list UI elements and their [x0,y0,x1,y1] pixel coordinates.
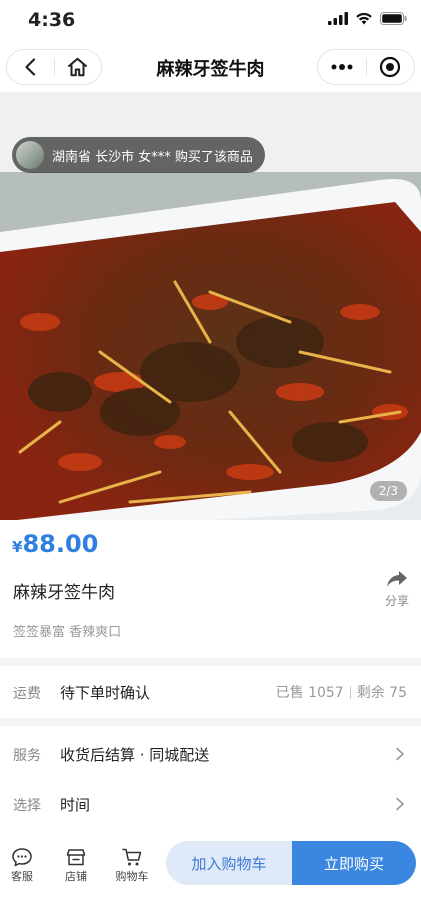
bottom-action-bar: 客服 店铺 购物车 加入购物车 立即购买 [0,836,421,906]
service-label: 服务 [13,748,41,764]
select-value: 时间 [60,796,91,814]
buy-now-button[interactable]: 立即购买 [292,841,416,885]
more-dots-icon [331,64,353,70]
status-bar: 4:36 [0,0,421,42]
service-value: 收货后结算 · 同城配送 [60,746,210,764]
store-label: 店铺 [65,870,87,883]
target-close-icon [380,56,401,78]
product-info-card: ¥88.00 麻辣牙签牛肉 分享 签签暴富 香辣爽口 [0,520,421,658]
currency-symbol: ¥ [12,538,23,556]
chevron-right-icon [396,797,404,811]
store-button[interactable]: 店铺 [63,846,89,884]
more-button[interactable] [318,50,366,84]
buyer-notice-text: 湖南省 长沙市 女*** 购买了该商品 [52,149,253,165]
chevron-right-icon [396,747,404,761]
status-icons [328,12,407,25]
shipping-label: 运费 [13,686,41,702]
nav-bar: 麻辣牙签牛肉 [0,42,421,92]
cart-label: 购物车 [115,870,149,883]
product-photo [0,172,421,520]
product-price: ¥88.00 [12,530,98,558]
share-label: 分享 [384,594,409,608]
stock-info: 已售 1057 剩余 75 [276,682,407,702]
recent-buyer-notice: 湖南省 长沙市 女*** 购买了该商品 [12,137,265,173]
customer-service-label: 客服 [11,870,33,883]
close-miniprogram-button[interactable] [367,50,415,84]
sold-count: 已售 1057 [275,685,344,701]
shipping-value: 待下单时确认 [60,684,151,702]
service-card: 服务 收货后结算 · 同城配送 选择 时间 [0,726,421,836]
price-value: 88.00 [22,530,99,558]
shipping-row: 运费 待下单时确认 已售 1057 剩余 75 [0,666,421,718]
wifi-icon [356,12,372,25]
cart-icon [122,848,142,866]
signal-icon [328,12,348,25]
select-label: 选择 [13,798,41,814]
store-icon [66,849,86,866]
remaining-count: 剩余 75 [356,685,407,701]
share-icon [387,571,407,587]
gallery-pager: 2/3 [369,481,407,501]
product-tagline: 签签暴富 香辣爽口 [13,625,122,640]
product-name: 麻辣牙签牛肉 [13,583,115,603]
buyer-avatar [16,141,44,169]
add-to-cart-button[interactable]: 加入购物车 [166,841,292,885]
status-time: 4:36 [28,9,76,31]
share-button[interactable]: 分享 [382,570,412,609]
battery-icon [380,12,407,25]
chat-bubble-icon [12,848,32,867]
cart-button[interactable]: 购物车 [113,846,151,884]
nav-capsule-right [317,49,415,85]
customer-service-button[interactable]: 客服 [9,846,35,884]
product-gallery[interactable]: 湖南省 长沙市 女*** 购买了该商品 2/3 [0,92,421,520]
